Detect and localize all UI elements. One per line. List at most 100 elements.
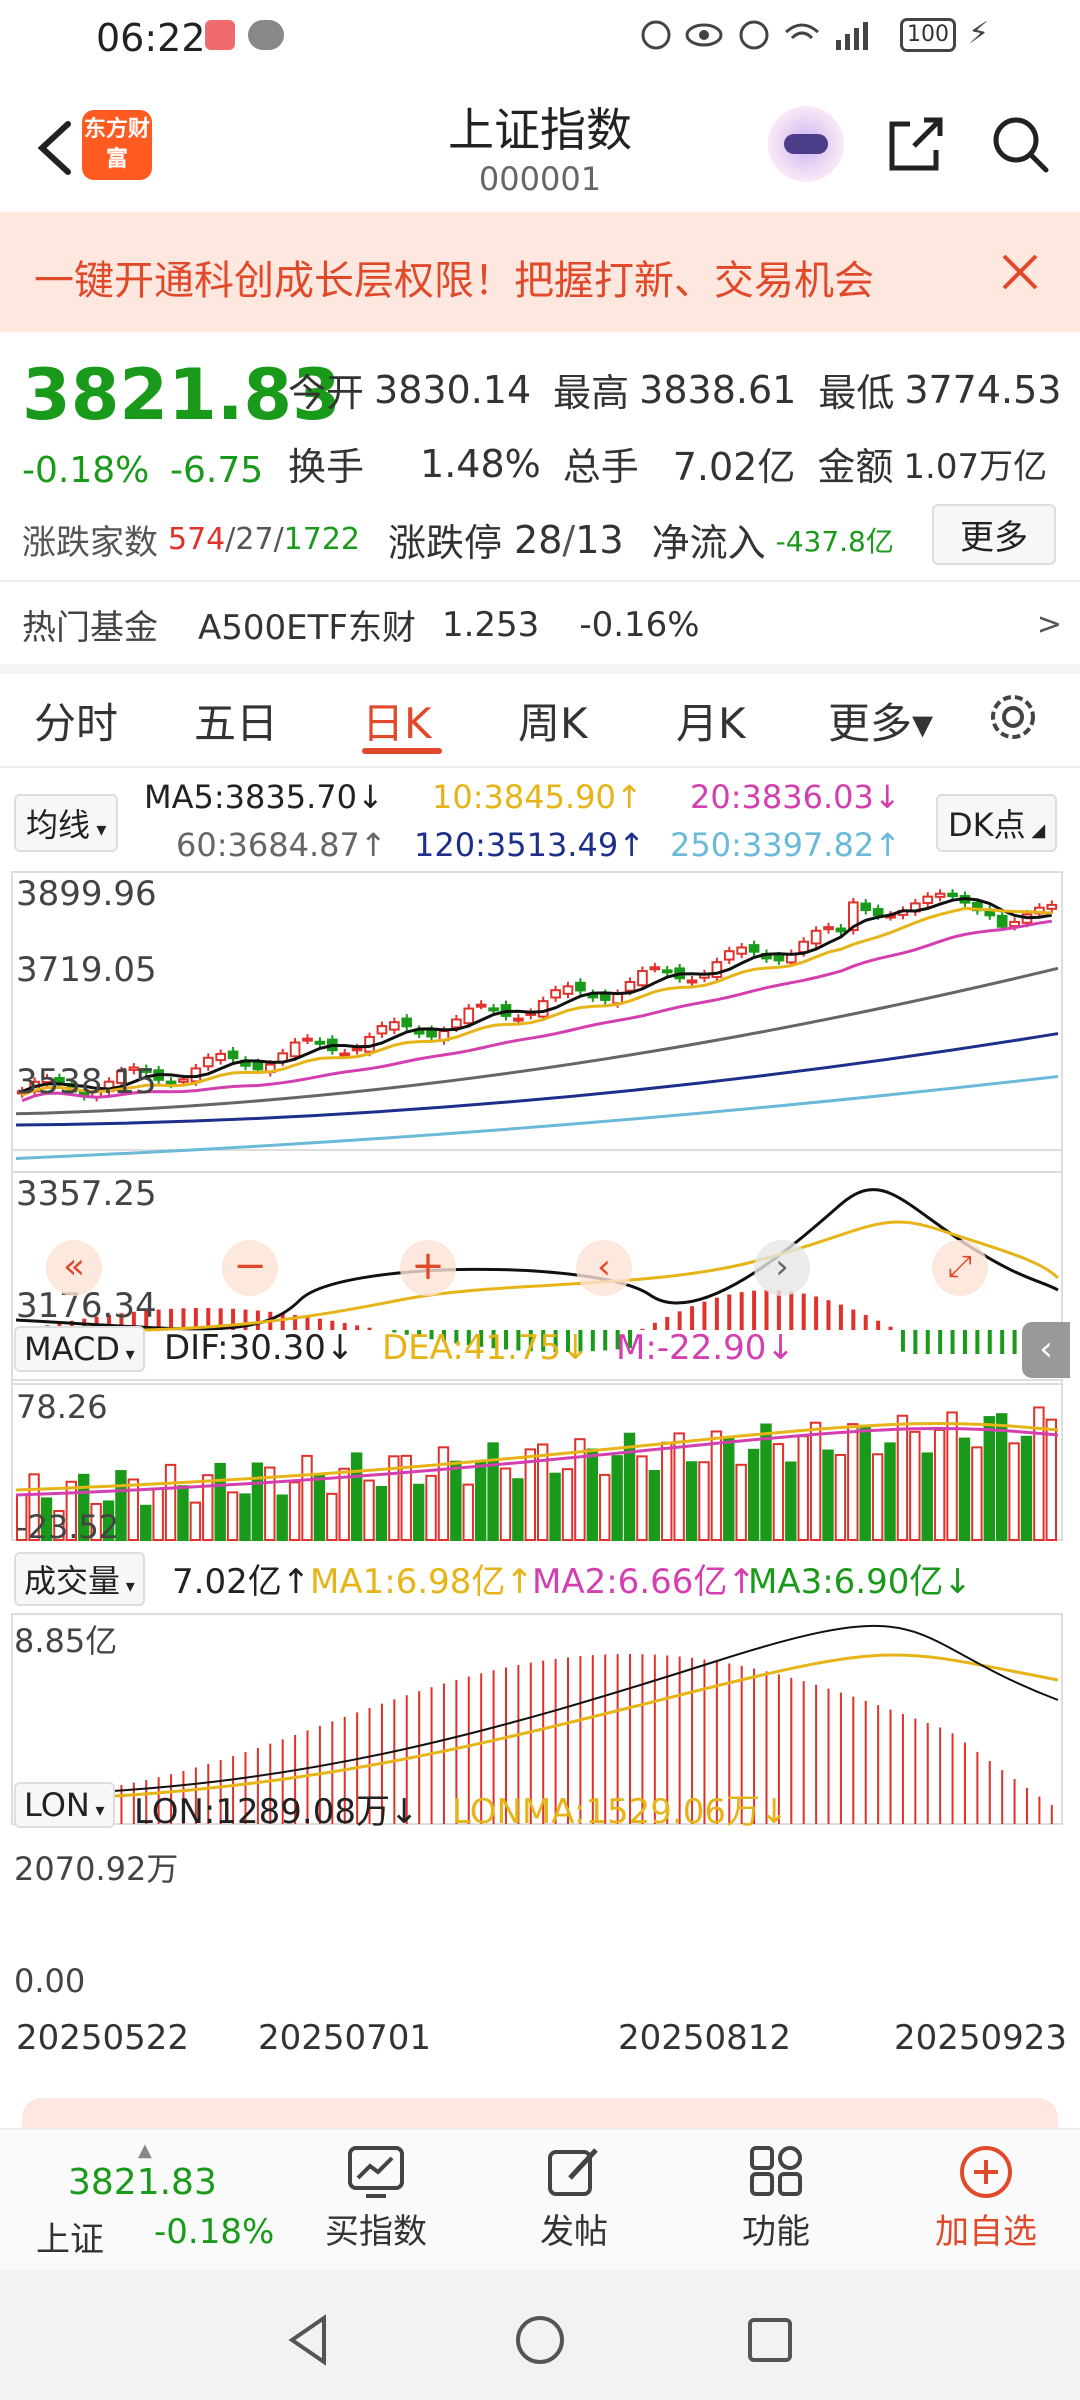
volume-bar <box>412 1483 425 1541</box>
kline-candle <box>649 966 661 971</box>
tab-daily-k[interactable]: 日K <box>362 690 432 751</box>
volume-bar <box>450 1460 462 1542</box>
kline-candle <box>178 1078 189 1083</box>
volume-bar <box>710 1430 723 1542</box>
nav-home-button[interactable] <box>510 2310 570 2370</box>
more-quote-button[interactable]: 更多 <box>932 504 1056 565</box>
volume-bar <box>214 1462 226 1542</box>
search-button[interactable] <box>988 112 1052 176</box>
ma10-value: 10:3845.90↑ <box>432 778 643 816</box>
volume-selector-label: 成交量 <box>24 1562 121 1600</box>
post-button[interactable]: 发帖 <box>514 2144 634 2264</box>
volume-bar <box>809 1421 822 1542</box>
zoom-out-button[interactable]: − <box>222 1240 278 1296</box>
share-button[interactable] <box>884 112 948 176</box>
ma250-line <box>15 1074 1059 1161</box>
kline-candle <box>748 944 760 953</box>
volume-bar <box>189 1501 202 1541</box>
volume-bar <box>549 1472 561 1541</box>
divider <box>0 766 1080 768</box>
tab-more[interactable]: 更多▾ <box>828 690 933 751</box>
kline-chart[interactable] <box>0 860 1080 2100</box>
eastmoney-logo[interactable]: 东方财富 <box>82 110 152 180</box>
functions-button[interactable]: 功能 <box>716 2144 836 2264</box>
stock-code: 000001 <box>478 160 602 198</box>
battery-level: 100 <box>907 22 949 47</box>
index-name: 上证 <box>36 2220 104 2260</box>
promo-banner[interactable]: 一键开通科创成长层权限！把握打新、交易机会 <box>0 212 1080 332</box>
back-button[interactable] <box>28 118 88 178</box>
quote-row-2: 换手 1.48% 总手 7.02亿 金额 1.07万亿 <box>288 436 1047 491</box>
tab-monthly-k[interactable]: 月K <box>676 690 746 751</box>
edit-post-icon <box>548 2148 598 2196</box>
kline-candle <box>624 980 636 992</box>
kline-candle <box>302 1037 313 1042</box>
kline-candle <box>612 992 623 1005</box>
volume-bar <box>747 1448 760 1541</box>
kline-candle <box>488 1007 499 1012</box>
trend-chart-icon <box>348 2146 404 2198</box>
chart-settings-button[interactable] <box>986 690 1040 744</box>
promo-banner-text: 一键开通科创成长层权限！把握打新、交易机会 <box>34 258 874 304</box>
tab-intraday[interactable]: 分时 <box>34 690 118 751</box>
indicator-selector-lon[interactable]: LON ▾ <box>14 1782 115 1828</box>
kline-candle <box>513 1017 524 1022</box>
kline-candle <box>537 1000 549 1018</box>
kline-candle <box>947 892 958 898</box>
lonma-line <box>15 1653 1059 1802</box>
scroll-right-button[interactable]: › <box>754 1240 810 1296</box>
kline-candle <box>252 1062 264 1071</box>
volume-bar <box>177 1485 189 1541</box>
kline-candle <box>823 926 834 931</box>
macd-dea: DEA:41.75↓ <box>382 1328 590 1368</box>
assistant-avatar[interactable] <box>768 106 844 182</box>
kline-candle <box>1009 920 1020 928</box>
volume-bar <box>350 1452 363 1542</box>
volume-bar <box>909 1430 921 1541</box>
ma60-value: 60:3684.87↑ <box>176 826 387 864</box>
volume-axis-top: 8.85亿 <box>14 1622 118 1660</box>
volume-bar <box>425 1474 437 1542</box>
scroll-left-button[interactable]: ‹ <box>576 1240 632 1296</box>
macd-selector-label: MACD <box>24 1330 120 1368</box>
add-watchlist-button[interactable]: 加自选 <box>916 2144 1056 2264</box>
ma250-value: 250:3397.82↑ <box>670 826 901 864</box>
hot-fund-row[interactable]: 热门基金 A500ETF东财 1.253 -0.16% > <box>22 600 1062 649</box>
volume-bar <box>648 1470 661 1542</box>
banner-close-button[interactable] <box>998 250 1042 294</box>
kline-candle <box>872 908 884 917</box>
index-price: 3821.83 <box>68 2162 217 2203</box>
high-value: 3838.61 <box>639 367 797 412</box>
dk-point-button[interactable]: DK点 ◢ <box>936 794 1058 852</box>
breadth-down: 1722 <box>283 522 361 557</box>
kline-candle <box>389 1021 400 1031</box>
tab-five-day[interactable]: 五日 <box>194 690 278 751</box>
amount-label: 金额 <box>817 445 894 489</box>
ma120-line <box>15 1032 1059 1127</box>
kline-candle <box>860 902 872 912</box>
date-label: 20250522 <box>16 2018 190 2058</box>
indicator-selector-macd[interactable]: MACD ▾ <box>14 1326 145 1372</box>
add-watchlist-label: 加自选 <box>935 2212 1037 2252</box>
quote-row-3: 涨跌家数 574 / 27 / 1722 涨跌停 28 / 13 净流入 -43… <box>22 512 894 567</box>
indicator-selector-volume[interactable]: 成交量 ▾ <box>14 1552 145 1606</box>
indicator-selector-ma[interactable]: 均线 ▾ <box>14 794 119 852</box>
volume-bar <box>896 1414 909 1542</box>
nav-back-button[interactable] <box>280 2310 340 2370</box>
fullscreen-button[interactable]: ⤢ <box>932 1240 988 1296</box>
open-label: 今开 <box>288 371 365 415</box>
buy-index-label: 买指数 <box>325 2212 427 2252</box>
index-quick-view[interactable]: ▲ 3821.83 上证 -0.18% <box>30 2140 280 2260</box>
kline-candle <box>475 1003 487 1008</box>
buy-index-button[interactable]: 买指数 <box>316 2144 436 2264</box>
volume-bar <box>276 1494 288 1541</box>
kline-candle <box>227 1050 239 1060</box>
nav-recents-button[interactable] <box>740 2310 800 2370</box>
tab-weekly-k[interactable]: 周K <box>518 690 588 751</box>
zoom-in-button[interactable]: + <box>400 1240 456 1296</box>
scroll-left-fast-button[interactable]: « <box>46 1240 102 1296</box>
status-app-icons <box>205 20 235 50</box>
kline-candle <box>996 914 1008 928</box>
ma5-value: MA5:3835.70↓ <box>144 778 384 816</box>
side-panel-toggle[interactable]: ‹ <box>1022 1322 1070 1378</box>
